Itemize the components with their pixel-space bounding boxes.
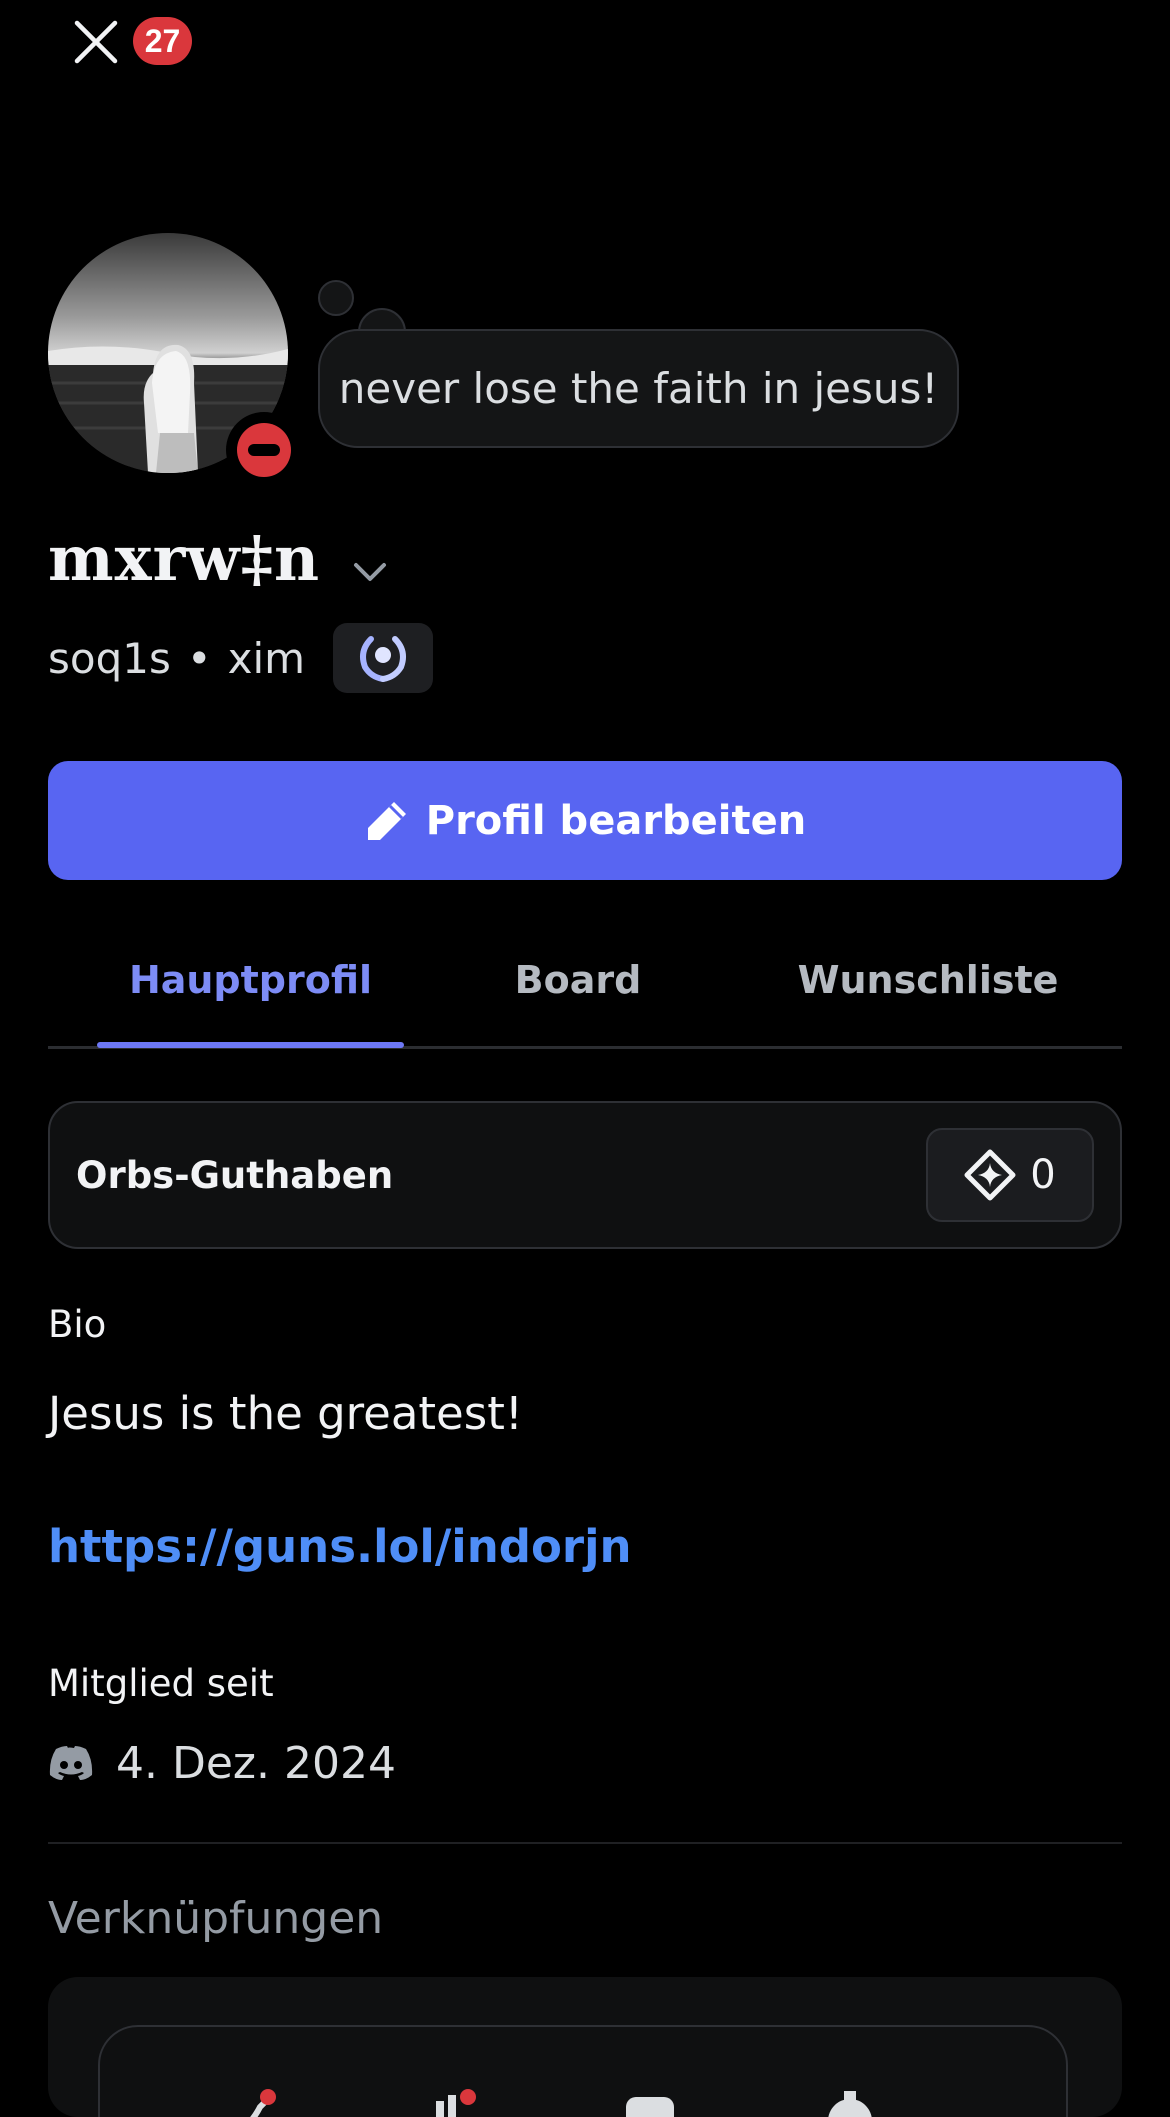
do-not-disturb-icon xyxy=(237,423,291,477)
tiktok-icon[interactable] xyxy=(420,2087,480,2117)
member-since-heading: Mitglied seit xyxy=(48,1662,274,1705)
tab-hauptprofil[interactable]: Hauptprofil xyxy=(97,945,404,1015)
orbs-label: Orbs-Guthaben xyxy=(76,1153,394,1197)
bio-link[interactable]: https://guns.lol/indorjn xyxy=(48,1520,632,1573)
tab-board[interactable]: Board xyxy=(448,945,708,1015)
profile-tabs: Hauptprofil Board Wunschliste xyxy=(48,945,1122,1049)
bubble-tail-small xyxy=(318,280,354,316)
reddit-icon[interactable] xyxy=(620,2087,680,2117)
close-button[interactable] xyxy=(66,14,126,70)
twitter-icon[interactable] xyxy=(220,2087,280,2117)
separator: • xyxy=(186,633,212,683)
connections-list xyxy=(98,2025,1068,2117)
bio-text: Jesus is the greatest! xyxy=(48,1387,523,1440)
tab-wunschliste[interactable]: Wunschliste xyxy=(778,945,1078,1015)
custom-status-bubble[interactable]: never lose the faith in jesus! xyxy=(318,329,959,448)
active-tab-indicator xyxy=(97,1042,404,1048)
pencil-icon xyxy=(364,798,410,844)
orbs-balance-card[interactable]: Orbs-Guthaben 0 xyxy=(48,1101,1122,1249)
custom-status-text: never lose the faith in jesus! xyxy=(338,364,939,413)
divider xyxy=(48,1842,1122,1844)
orbs-balance-pill[interactable]: 0 xyxy=(926,1128,1094,1222)
orbs-value: 0 xyxy=(1030,1152,1056,1198)
member-since-row: 4. Dez. 2024 xyxy=(48,1733,396,1793)
gear-icon[interactable] xyxy=(820,2087,880,2117)
edit-profile-button[interactable]: Profil bearbeiten xyxy=(48,761,1122,880)
orb-icon xyxy=(964,1149,1016,1201)
edit-profile-label: Profil bearbeiten xyxy=(425,797,807,844)
pronouns: xim xyxy=(227,633,306,683)
member-since-date: 4. Dez. 2024 xyxy=(116,1737,396,1789)
display-name: mxrw‡n xyxy=(48,522,321,595)
nitro-laurel-badge-icon[interactable] xyxy=(333,623,434,693)
connections-card xyxy=(48,1977,1122,2117)
connections-heading: Verknüpfungen xyxy=(48,1893,384,1944)
chevron-down-icon[interactable] xyxy=(350,556,390,588)
discord-icon xyxy=(49,1746,93,1780)
bio-heading: Bio xyxy=(48,1303,107,1346)
handle-row: soq1s • xim xyxy=(48,623,434,693)
close-icon xyxy=(74,20,118,64)
username: soq1s xyxy=(48,633,171,683)
status-indicator xyxy=(226,412,302,488)
notification-badge: 27 xyxy=(133,17,192,65)
